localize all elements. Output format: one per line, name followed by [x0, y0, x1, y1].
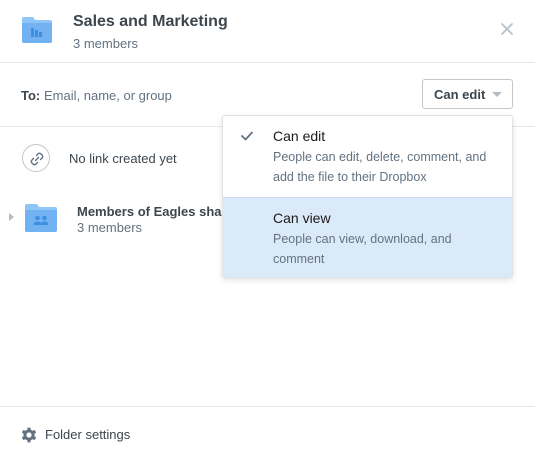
expand-caret-icon[interactable] [9, 213, 14, 221]
folder-member-count: 3 members [73, 36, 139, 51]
group-folder-icon [25, 204, 57, 232]
folder-title: Sales and Marketing [73, 13, 228, 30]
option-description: People can edit, delete, comment, and ad… [273, 150, 487, 184]
chevron-down-icon [492, 92, 502, 97]
share-recipient-input[interactable] [44, 84, 404, 106]
to-label: To: [21, 88, 41, 103]
dialog-header: Sales and Marketing 3 members [0, 0, 535, 62]
permission-button-label: Can edit [434, 87, 486, 102]
link-status-text: No link created yet [69, 151, 177, 166]
link-icon [30, 152, 44, 166]
close-icon[interactable] [500, 22, 514, 36]
link-icon-container[interactable] [22, 144, 50, 172]
dialog-footer: Folder settings [0, 407, 535, 459]
option-description: People can view, download, and comment [273, 232, 452, 266]
permission-option-can-view[interactable]: Can view People can view, download, and … [223, 197, 512, 277]
option-title: Can edit [273, 128, 326, 144]
member-group-name: Members of Eagles shared [77, 204, 242, 219]
permission-dropdown-button[interactable]: Can edit [422, 79, 513, 109]
gear-icon[interactable] [20, 426, 38, 444]
member-group-count: 3 members [77, 220, 143, 235]
checkmark-icon [241, 131, 253, 141]
option-title: Can view [273, 210, 331, 226]
folder-settings-link[interactable]: Folder settings [45, 427, 130, 442]
permission-option-can-edit[interactable]: Can edit People can edit, delete, commen… [223, 116, 512, 197]
shared-folder-icon [22, 17, 52, 43]
permission-dropdown-menu: Can edit People can edit, delete, commen… [222, 115, 513, 278]
